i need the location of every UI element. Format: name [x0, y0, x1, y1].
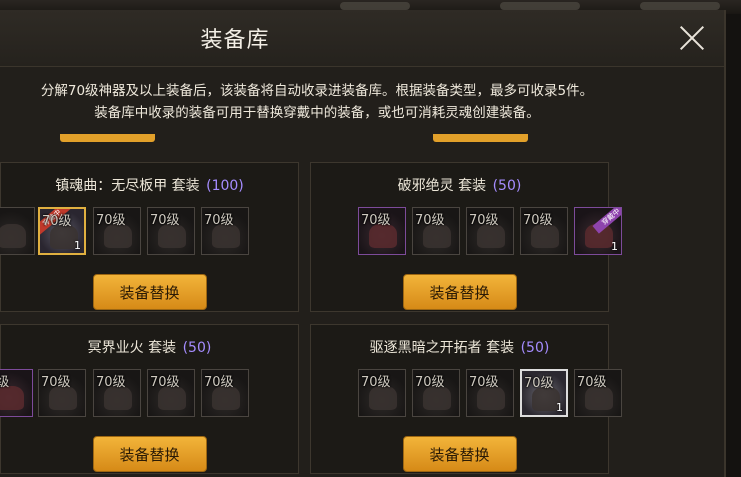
slot-level: 70级: [204, 375, 234, 390]
set-suffix: 套装: [458, 178, 487, 194]
equipment-slot[interactable]: 70级: [466, 207, 514, 255]
set-panel: 驱逐黑暗之开拓者 套装 (50) 70级 70级 70级 70级 1 70级 装备替换: [310, 324, 622, 474]
blurred-hud-icons: [640, 2, 720, 10]
equipment-slot[interactable]: 70级: [38, 369, 86, 417]
set-title: 驱逐黑暗之开拓者 套装 (50): [311, 337, 608, 357]
equipment-slot[interactable]: 70级 1: [520, 369, 568, 417]
blurred-hud-text: [500, 2, 580, 10]
slot-level: 70级: [524, 376, 554, 391]
slot-level: 70级: [42, 214, 72, 229]
equipment-slot[interactable]: 穿戴中 1: [574, 207, 622, 255]
slot-level: 70级: [96, 375, 126, 390]
equipment-slot[interactable]: 70级: [358, 207, 406, 255]
equip-replace-button-partial[interactable]: [433, 134, 528, 142]
set-title: 破邪绝灵 套装 (50): [311, 175, 608, 195]
equipment-slots: 穿戴中 70级 1 70级 70级 70级: [0, 207, 298, 257]
slot-level: 70级: [150, 375, 180, 390]
title-bar: 装备库: [0, 10, 724, 67]
equipment-slot[interactable]: 70级: [201, 369, 249, 417]
description-line-1: 分解70级神器及以上装备后，该装备将自动收录进装备库。根据装备类型，最多可收录5…: [40, 83, 594, 99]
slot-level: 70级: [523, 213, 553, 228]
blurred-hud-text: [340, 2, 410, 10]
description: 分解70级神器及以上装备后，该装备将自动收录进装备库。根据装备类型，最多可收录5…: [0, 80, 642, 124]
set-count: (50): [492, 178, 522, 194]
set-count: (50): [182, 340, 212, 356]
slot-level: 70级: [415, 375, 445, 390]
equipment-slots: 0级 70级 70级 70级 70级: [0, 369, 298, 419]
armor-icon: [0, 224, 26, 248]
set-name: 驱逐黑暗之开拓者: [369, 340, 482, 356]
set-count: (50): [520, 340, 550, 356]
equip-replace-button[interactable]: 装备替换: [402, 274, 517, 310]
equipment-slot[interactable]: 70级: [147, 369, 195, 417]
set-name: 破邪绝灵: [397, 178, 454, 194]
equipment-slot[interactable]: 70级: [147, 207, 195, 255]
slot-level: 70级: [415, 213, 445, 228]
equipment-slot[interactable]: [0, 207, 35, 255]
set-suffix: 套装: [171, 178, 200, 194]
set-panel: 破邪绝灵 套装 (50) 70级 70级 70级 70级 穿戴中 1 装备替换: [310, 162, 622, 312]
slot-level: 70级: [361, 375, 391, 390]
equipment-slot[interactable]: 70级: [520, 207, 568, 255]
equipment-slot[interactable]: 70级: [201, 207, 249, 255]
set-suffix: 套装: [148, 340, 177, 356]
slot-level: 70级: [469, 375, 499, 390]
equipment-slot[interactable]: 70级: [574, 369, 622, 417]
equipment-slots: 70级 70级 70级 70级 1 70级: [311, 369, 622, 419]
equipment-slot[interactable]: 70级: [466, 369, 514, 417]
equip-replace-button[interactable]: 装备替换: [92, 436, 207, 472]
slot-quantity: 1: [611, 240, 618, 253]
set-suffix: 套装: [486, 340, 515, 356]
set-panel: 镇魂曲：无尽板甲 套装 (100) 穿戴中 70级 1 70级 70级 70级 装备替换: [0, 162, 299, 312]
close-icon[interactable]: [678, 24, 706, 52]
set-title: 冥界业火 套装 (50): [1, 337, 298, 357]
equip-replace-button-partial[interactable]: [60, 134, 155, 142]
slot-level: 0级: [0, 371, 9, 390]
slot-quantity: 1: [74, 239, 81, 252]
equipment-slot[interactable]: 70级: [412, 369, 460, 417]
equipment-slot[interactable]: 0级: [0, 369, 33, 417]
equipment-slot[interactable]: 70级: [93, 369, 141, 417]
equipment-slots: 70级 70级 70级 70级 穿戴中 1: [311, 207, 622, 257]
slot-level: 70级: [361, 213, 391, 228]
equipment-slot[interactable]: 70级: [412, 207, 460, 255]
set-panel: 冥界业火 套装 (50) 0级 70级 70级 70级 70级装备替换: [0, 324, 299, 474]
description-line-2: 装备库中收录的装备可用于替换穿戴中的装备，或也可消耗灵魂创建装备。: [94, 105, 540, 121]
slot-level: 70级: [41, 375, 71, 390]
slot-level: 70级: [150, 213, 180, 228]
slot-level: 70级: [96, 213, 126, 228]
window-title: 装备库: [200, 28, 270, 53]
equip-replace-button[interactable]: 装备替换: [402, 436, 517, 472]
set-count: (100): [206, 178, 244, 194]
equipment-slot[interactable]: 70级: [93, 207, 141, 255]
equipment-slot[interactable]: 70级: [358, 369, 406, 417]
slot-level: 70级: [577, 375, 607, 390]
slot-quantity: 1: [556, 401, 563, 414]
set-title: 镇魂曲：无尽板甲 套装 (100): [1, 175, 298, 195]
equipment-slot[interactable]: 穿戴中 70级 1: [38, 207, 86, 255]
equip-replace-button[interactable]: 装备替换: [92, 274, 207, 310]
set-name: 镇魂曲：无尽板甲: [55, 178, 168, 194]
slot-level: 70级: [469, 213, 499, 228]
slot-level: 70级: [204, 213, 234, 228]
equipment-library-window: 装备库 分解70级神器及以上装备后，该装备将自动收录进装备库。根据装备类型，最多…: [0, 10, 726, 477]
set-name: 冥界业火: [87, 340, 144, 356]
